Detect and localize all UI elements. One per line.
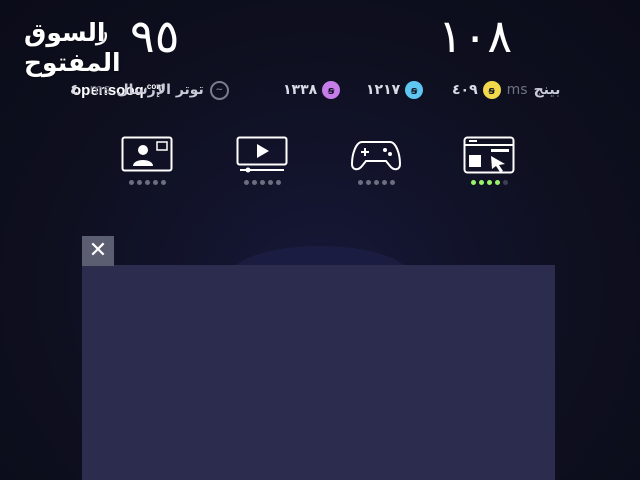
ping-unit: ms (506, 82, 528, 98)
level-dot (267, 180, 273, 185)
level-dot (502, 180, 508, 185)
level-dot (259, 180, 265, 185)
ping-value: ٤٠٩ (452, 82, 478, 98)
server-b-value: ١٣٣٨ (283, 82, 318, 98)
mode-browsing[interactable] (459, 136, 519, 192)
gaming-level-dots (346, 180, 406, 185)
browser-cursor-icon (463, 136, 515, 174)
level-dot (128, 180, 134, 185)
blue-coin-icon: ꞩ (405, 81, 424, 99)
video-play-icon (236, 136, 288, 173)
mode-gaming[interactable] (346, 136, 406, 192)
speed-test-screen: ١٠٨ ٩٥ ر السوق المفتوح opensooq.com ٤٠٩ … (0, 0, 640, 480)
level-dot (486, 180, 492, 185)
level-dot (251, 180, 257, 185)
level-dot (152, 180, 158, 185)
download-speed-value: ١٠٨ (438, 9, 513, 63)
server-a-stat: ١٢١٧ ꞩ (366, 78, 424, 102)
server-b-stat: ١٣٣٨ ꞩ (283, 78, 341, 102)
jitter-stat: ٤ ms توتر الإرسال ~ (70, 78, 229, 102)
ping-label: بينج (533, 82, 561, 98)
jitter-unit: ms (89, 82, 111, 98)
level-dot (357, 180, 363, 185)
level-dot (381, 180, 387, 185)
level-dot (275, 180, 281, 185)
brand-arabic-name: السوق المفتوح (24, 18, 121, 77)
yellow-coin-icon: ꞩ (482, 81, 501, 99)
wave-icon: ~ (209, 80, 229, 100)
level-dot (136, 180, 142, 185)
ad-panel (82, 265, 555, 480)
jitter-value: ٤ (70, 82, 79, 98)
purple-coin-icon: ꞩ (322, 81, 341, 99)
jitter-label: توتر الإرسال (116, 82, 204, 98)
level-dot (389, 180, 395, 185)
ping-stat: ٤٠٩ ꞩ ms بينج (452, 78, 560, 102)
level-dot (365, 180, 371, 185)
level-dot (494, 180, 500, 185)
server-a-value: ١٢١٧ (366, 82, 401, 98)
level-dot (243, 180, 249, 185)
browsing-level-dots (459, 180, 519, 185)
video-call-level-dots (117, 180, 177, 185)
close-icon: ✕ (88, 238, 108, 263)
gamepad-icon (350, 141, 402, 171)
mode-video-call[interactable] (117, 136, 177, 192)
level-dot (144, 180, 150, 185)
video-level-dots (232, 180, 292, 185)
close-button[interactable]: ✕ (82, 236, 114, 266)
level-dot (470, 180, 476, 185)
level-dot (478, 180, 484, 185)
level-dot (373, 180, 379, 185)
stats-row: ٤٠٩ ꞩ ms بينج ١٢١٧ ꞩ ١٣٣٨ ꞩ ٤ ms توتر ال… (0, 78, 640, 102)
mode-video[interactable] (232, 136, 292, 192)
video-call-icon (121, 136, 173, 172)
level-dot (160, 180, 166, 185)
